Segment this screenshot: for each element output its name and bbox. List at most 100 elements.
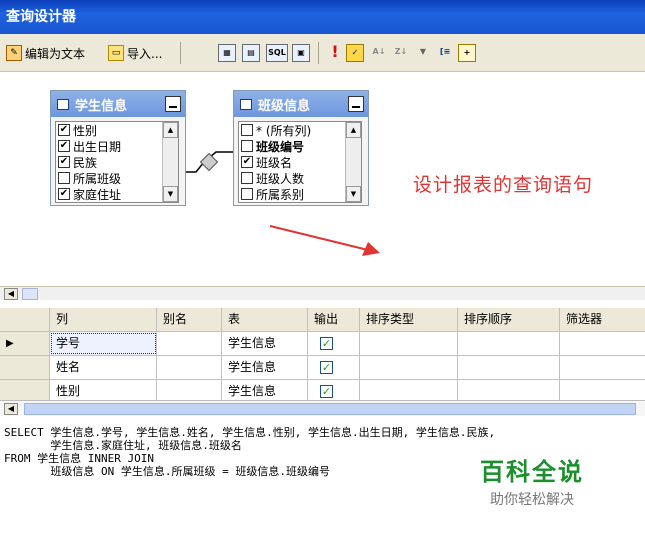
sort-ascending-icon[interactable]: A↓: [370, 44, 388, 62]
column-header[interactable]: 排序类型: [360, 308, 458, 331]
window-title: 查询设计器: [0, 0, 645, 34]
sort-order-cell[interactable]: [458, 332, 560, 355]
column-cell[interactable]: 姓名: [50, 356, 157, 379]
sort-type-cell[interactable]: [360, 380, 458, 400]
field-checkbox[interactable]: ✔: [241, 156, 253, 168]
table-row[interactable]: 姓名 学生信息 ✓: [0, 356, 645, 380]
run-icon[interactable]: !: [326, 44, 344, 62]
field-checkbox[interactable]: [58, 172, 70, 184]
sort-order-cell[interactable]: [458, 380, 560, 400]
grid-scrollbar[interactable]: ◀: [0, 400, 645, 416]
column-cell[interactable]: 学号: [50, 332, 157, 355]
field-item[interactable]: ✔ 出生日期: [56, 138, 178, 154]
table-student-info[interactable]: 学生信息 ✔ 性别 ✔ 出生日期 ✔ 民族 所属班级 ✔ 家庭住址 ▲ ▼: [50, 90, 186, 206]
field-label: 班级编号: [256, 139, 305, 154]
output-cell[interactable]: ✓: [308, 332, 360, 355]
sql-line: 学生信息.家庭住址, 班级信息.班级名: [4, 439, 242, 452]
annotation-text: 设计报表的查询语句: [413, 174, 594, 196]
output-checkbox[interactable]: ✓: [320, 361, 333, 374]
sort-type-cell[interactable]: [360, 356, 458, 379]
add-table-icon[interactable]: +: [458, 44, 476, 62]
edit-as-text-button[interactable]: ✎ 编辑为文本: [6, 42, 85, 64]
column-header[interactable]: 输出: [308, 308, 360, 331]
sql-pane-icon[interactable]: SQL: [266, 44, 288, 62]
row-header[interactable]: [0, 380, 50, 400]
column-header[interactable]: 筛选器: [560, 308, 645, 331]
column-header[interactable]: 别名: [157, 308, 222, 331]
grid-pane-icon[interactable]: ▤: [242, 44, 260, 62]
scroll-left-icon[interactable]: ◀: [4, 403, 18, 415]
folder-icon: ▭: [108, 45, 124, 61]
column-header[interactable]: 表: [222, 308, 308, 331]
verify-sql-icon[interactable]: ✓: [346, 44, 364, 62]
diagram-pane-icon[interactable]: ▦: [218, 44, 236, 62]
column-header[interactable]: 排序顺序: [458, 308, 560, 331]
table-row[interactable]: 性别 学生信息 ✓: [0, 380, 645, 400]
field-label: 班级人数: [256, 171, 305, 186]
column-cell[interactable]: 性别: [50, 380, 157, 400]
field-item[interactable]: ✔ 家庭住址: [56, 186, 178, 202]
output-checkbox[interactable]: ✓: [320, 337, 333, 350]
scroll-down-icon[interactable]: ▼: [346, 186, 361, 202]
scroll-up-icon[interactable]: ▲: [346, 122, 361, 138]
field-scrollbar[interactable]: ▲ ▼: [345, 122, 361, 202]
field-checkbox[interactable]: ✔: [58, 156, 70, 168]
field-checkbox[interactable]: ✔: [58, 188, 70, 200]
sql-line: SELECT 学生信息.学号, 学生信息.姓名, 学生信息.性别, 学生信息.出…: [4, 426, 496, 439]
field-item[interactable]: ✔ 班级名: [239, 154, 361, 170]
alias-cell[interactable]: [157, 332, 222, 355]
field-item[interactable]: ✔ 性别: [56, 122, 178, 138]
field-checkbox[interactable]: ✔: [58, 124, 70, 136]
alias-cell[interactable]: [157, 356, 222, 379]
field-item[interactable]: 所属班级: [56, 170, 178, 186]
minimize-icon[interactable]: [165, 96, 181, 112]
field-item[interactable]: 班级人数: [239, 170, 361, 186]
field-item[interactable]: * (所有列): [239, 122, 361, 138]
table-cell[interactable]: 学生信息: [222, 332, 308, 355]
alias-cell[interactable]: [157, 380, 222, 400]
table-grid-icon: [57, 98, 69, 110]
output-checkbox[interactable]: ✓: [320, 385, 333, 398]
field-checkbox[interactable]: [241, 140, 253, 152]
table-header[interactable]: 学生信息: [51, 91, 185, 117]
field-item[interactable]: ✔ 民族: [56, 154, 178, 170]
sort-order-cell[interactable]: [458, 356, 560, 379]
table-cell[interactable]: 学生信息: [222, 356, 308, 379]
sort-type-cell[interactable]: [360, 332, 458, 355]
column-header[interactable]: 列: [50, 308, 157, 331]
field-checkbox[interactable]: ✔: [58, 140, 70, 152]
group-by-icon[interactable]: ⁅≡: [436, 44, 454, 62]
field-item[interactable]: 所属系别: [239, 186, 361, 202]
table-header[interactable]: 班级信息: [234, 91, 368, 117]
diagram-scrollbar[interactable]: ◀: [0, 286, 645, 300]
field-checkbox[interactable]: [241, 172, 253, 184]
import-label: 导入...: [127, 46, 163, 61]
field-label: 所属系别: [256, 187, 305, 202]
scroll-left-icon[interactable]: ◀: [4, 288, 18, 300]
field-item[interactable]: 班级编号: [239, 138, 361, 154]
table-row[interactable]: ▶ 学号 学生信息 ✓: [0, 332, 645, 356]
table-cell[interactable]: 学生信息: [222, 380, 308, 400]
scroll-thumb[interactable]: [22, 288, 38, 300]
import-button[interactable]: ▭ 导入...: [108, 42, 162, 64]
minimize-icon[interactable]: [348, 96, 364, 112]
filter-icon[interactable]: ▼: [414, 44, 432, 62]
field-checkbox[interactable]: [241, 124, 253, 136]
sort-descending-icon[interactable]: Z↓: [392, 44, 410, 62]
filter-cell[interactable]: [560, 380, 645, 400]
scroll-up-icon[interactable]: ▲: [163, 122, 178, 138]
field-checkbox[interactable]: [241, 188, 253, 200]
grid-header-row: 列 别名 表 输出 排序类型 排序顺序 筛选器: [0, 308, 645, 332]
join-connector[interactable]: [186, 132, 236, 182]
table-class-info[interactable]: 班级信息 * (所有列) 班级编号 ✔ 班级名 班级人数 所属系别 ▲ ▼: [233, 90, 369, 206]
output-cell[interactable]: ✓: [308, 380, 360, 400]
scroll-thumb[interactable]: [24, 403, 636, 415]
output-cell[interactable]: ✓: [308, 356, 360, 379]
field-scrollbar[interactable]: ▲ ▼: [162, 122, 178, 202]
scroll-down-icon[interactable]: ▼: [163, 186, 178, 202]
result-pane-icon[interactable]: ▣: [292, 44, 310, 62]
filter-cell[interactable]: [560, 356, 645, 379]
table-name: 班级信息: [258, 98, 311, 114]
filter-cell[interactable]: [560, 332, 645, 355]
row-header[interactable]: [0, 356, 50, 379]
